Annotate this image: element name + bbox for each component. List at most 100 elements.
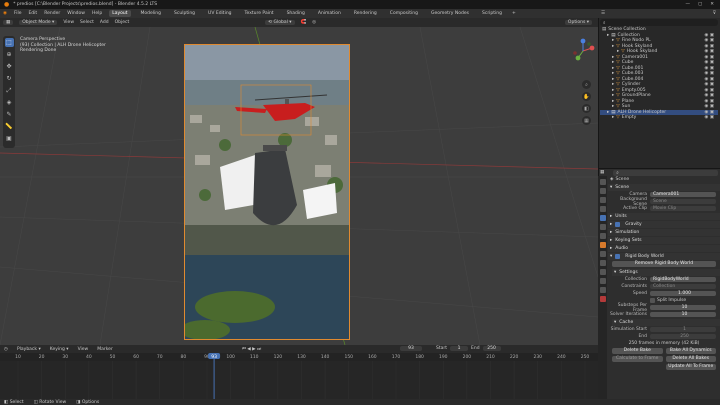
expand-arrow-icon[interactable]: ▸	[612, 88, 614, 93]
material-tab-icon[interactable]	[599, 296, 606, 302]
visibility-toggle-icon[interactable]: ◉ ▣	[704, 71, 714, 76]
keying-menu[interactable]: Keying ▾	[50, 347, 69, 352]
tab-compositing[interactable]: Compositing	[387, 10, 421, 17]
expand-arrow-icon[interactable]: ▸	[612, 66, 614, 71]
expand-arrow-icon[interactable]: ▸	[612, 60, 614, 65]
tab-layout[interactable]: Layout	[109, 10, 131, 17]
visibility-toggle-icon[interactable]: ◉ ▣	[704, 88, 714, 93]
visibility-toggle-icon[interactable]: ◉ ▣	[704, 38, 714, 43]
expand-arrow-icon[interactable]: ▸	[612, 115, 614, 120]
physics-tab-icon[interactable]	[599, 269, 606, 275]
update-all-to-frame-button[interactable]: Update All To Frame	[665, 364, 716, 370]
tab-uv-editing[interactable]: UV Editing	[205, 10, 234, 17]
timeline-editor-icon[interactable]: ◷	[4, 347, 8, 352]
remove-rigid-body-world-button[interactable]: Remove Rigid Body World	[612, 261, 716, 267]
expand-arrow-icon[interactable]: ▸	[612, 55, 614, 60]
annotate-icon[interactable]: ✎	[5, 110, 14, 119]
current-frame-field[interactable]: 93	[400, 346, 422, 351]
marker-menu[interactable]: Marker	[97, 347, 113, 352]
expand-arrow-icon[interactable]: ▸	[607, 110, 609, 115]
orientation-dropdown[interactable]: ⟲ Global ▾	[265, 20, 295, 25]
filter-icon[interactable]: ⊽	[713, 11, 716, 16]
visibility-toggle-icon[interactable]: ◉ ▣	[704, 44, 714, 49]
calculate-to-frame-button[interactable]: Calculate to Frame	[612, 356, 663, 362]
expand-arrow-icon[interactable]: ▸	[612, 82, 614, 87]
visibility-toggle-icon[interactable]: ◉ ▣	[704, 33, 714, 38]
visibility-toggle-icon[interactable]: ◉ ▣	[704, 99, 714, 104]
options-dropdown[interactable]: Options ▾	[564, 20, 592, 25]
menu-render[interactable]: Render	[44, 11, 60, 16]
delete-all-bakes-button[interactable]: Delete All Bakes	[665, 356, 716, 362]
properties-editor-icon[interactable]: ▦	[600, 170, 604, 175]
visibility-toggle-icon[interactable]: ◉ ▣	[704, 60, 714, 65]
transform-icon[interactable]: ◈	[5, 98, 14, 107]
rotate-icon[interactable]: ↻	[5, 74, 14, 83]
end-frame-field[interactable]: 250	[482, 346, 501, 351]
tab-geometry-nodes[interactable]: Geometry Nodes	[428, 10, 472, 17]
move-icon[interactable]: ✥	[5, 62, 14, 71]
rigid-body-world-checkbox[interactable]	[615, 254, 621, 259]
zoom-icon[interactable]: ⌕	[582, 80, 591, 89]
object-menu[interactable]: Object	[115, 20, 130, 25]
tab-texture-paint[interactable]: Texture Paint	[242, 10, 277, 17]
split-impulse-checkbox[interactable]	[650, 298, 655, 303]
solver-iterations-field[interactable]: 10	[650, 311, 716, 318]
visibility-toggle-icon[interactable]: ◉ ▣	[704, 77, 714, 82]
settings-panel-header[interactable]: ▾ Settings	[612, 269, 720, 276]
minimize-icon[interactable]: —	[685, 2, 690, 7]
substeps-field[interactable]: 10	[650, 304, 716, 311]
tab-sculpting[interactable]: Sculpting	[171, 10, 198, 17]
active-clip-field[interactable]: Movie Clip	[650, 205, 716, 212]
snap-icon[interactable]: 🧲	[301, 20, 307, 25]
outliner-row[interactable]: ▸ ▽ Empty ◉ ▣	[600, 115, 718, 121]
view-menu[interactable]: View	[63, 20, 74, 25]
expand-arrow-icon[interactable]: ▸	[612, 44, 614, 49]
camera-view-icon[interactable]: ◧	[582, 104, 591, 113]
blender-menu-icon[interactable]: ◉	[3, 11, 7, 16]
visibility-toggle-icon[interactable]: ◉ ▣	[704, 82, 714, 87]
editor-type-button[interactable]: ▦	[3, 20, 14, 25]
rigid-body-world-panel-header[interactable]: ▾ Rigid Body World	[608, 253, 720, 260]
playback-controls[interactable]: ⏮ ◀ ▶ ⏭	[242, 346, 261, 352]
menu-file[interactable]: File	[14, 11, 22, 16]
view-menu-timeline[interactable]: View	[78, 347, 89, 352]
background-scene-field[interactable]: Scene	[650, 198, 716, 205]
scene-tab-icon[interactable]	[599, 215, 606, 221]
expand-arrow-icon[interactable]: ▸	[612, 71, 614, 76]
perspective-icon[interactable]: ▦	[582, 116, 591, 125]
select-box-icon[interactable]: ⬚	[4, 38, 14, 47]
visibility-toggle-icon[interactable]: ◉ ▣	[704, 49, 714, 54]
render-tab-icon[interactable]	[599, 188, 606, 194]
add-menu[interactable]: Add	[100, 20, 109, 25]
playback-menu[interactable]: Playback ▾	[17, 347, 41, 352]
object-mode-dropdown[interactable]: Object Mode ▾	[19, 20, 58, 25]
expand-arrow-icon[interactable]: ▸	[607, 33, 609, 38]
tab-scripting[interactable]: Scripting	[479, 10, 505, 17]
close-icon[interactable]: ✕	[710, 2, 714, 7]
audio-panel-header[interactable]: ▸ Audio	[608, 245, 720, 252]
view-layer-tab-icon[interactable]	[599, 206, 606, 212]
data-tab-icon[interactable]	[599, 287, 606, 293]
tab-modeling[interactable]: Modeling	[138, 10, 164, 17]
end-field[interactable]: 250	[650, 333, 716, 340]
tab-rendering[interactable]: Rendering	[351, 10, 380, 17]
expand-arrow-icon[interactable]: ▸	[612, 99, 614, 104]
constraints-field[interactable]: Collection	[650, 283, 716, 290]
visibility-toggle-icon[interactable]: ◉ ▣	[704, 110, 714, 115]
visibility-toggle-icon[interactable]: ◉ ▣	[704, 115, 714, 120]
expand-arrow-icon[interactable]: ▸	[612, 93, 614, 98]
particles-tab-icon[interactable]	[599, 260, 606, 266]
collection-tab-icon[interactable]	[599, 233, 606, 239]
proportional-edit-icon[interactable]: ◎	[312, 20, 316, 25]
outliner-editor-icon[interactable]: ☰	[601, 11, 605, 16]
measure-icon[interactable]: 📏	[5, 122, 14, 131]
navigation-gizmo[interactable]	[570, 38, 596, 64]
visibility-toggle-icon[interactable]: ◉ ▣	[704, 104, 714, 109]
simulation-panel-header[interactable]: ▸ Simulation	[608, 229, 720, 236]
timeline-tracks[interactable]: 10 20 30 40 50 60 70 80 90 100 110 120 130 140 150 160 1…	[0, 353, 598, 399]
add-cube-icon[interactable]: ▣	[5, 134, 14, 143]
cache-panel-header[interactable]: ▾ Cache	[612, 319, 720, 326]
visibility-toggle-icon[interactable]: ◉ ▣	[704, 66, 714, 71]
tab-animation[interactable]: Animation	[315, 10, 344, 17]
gravity-panel-header[interactable]: ▸ Gravity	[608, 221, 720, 228]
